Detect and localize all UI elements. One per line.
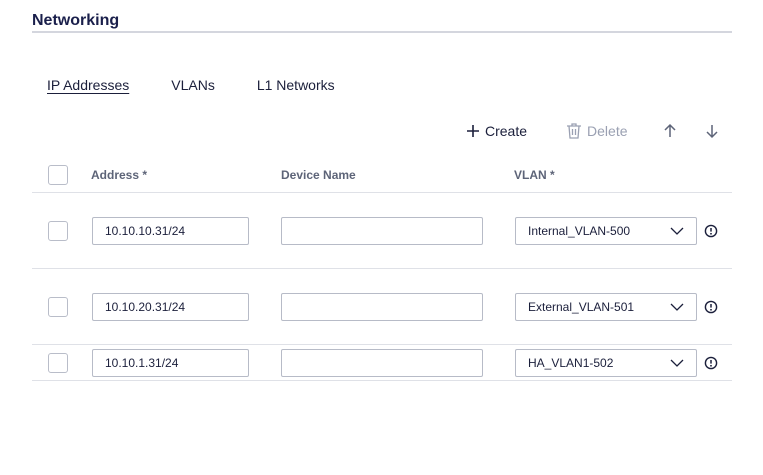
row-checkbox[interactable]	[48, 297, 68, 317]
address-input[interactable]	[92, 217, 249, 245]
tab-ip-addresses[interactable]: IP Addresses	[47, 76, 129, 94]
delete-button[interactable]: Delete	[565, 122, 628, 140]
vlan-select-value: External_VLAN-501	[528, 300, 635, 314]
trash-icon	[567, 123, 582, 139]
row-checkbox[interactable]	[48, 221, 68, 241]
plus-icon	[467, 125, 479, 137]
info-icon[interactable]	[704, 300, 718, 314]
table-toolbar: Create Delete	[466, 121, 720, 141]
info-icon[interactable]	[704, 224, 718, 238]
column-header-vlan: VLAN *	[514, 168, 555, 182]
move-down-button[interactable]	[704, 123, 720, 139]
arrow-up-icon	[663, 123, 676, 137]
vlan-select[interactable]: HA_VLAN1-502	[515, 349, 697, 377]
delete-label: Delete	[587, 123, 628, 139]
address-input[interactable]	[92, 293, 249, 321]
info-icon[interactable]	[704, 356, 718, 370]
arrow-down-icon	[705, 125, 718, 139]
section-title: Networking	[32, 12, 120, 29]
device-name-input[interactable]	[281, 293, 483, 321]
row-checkbox[interactable]	[48, 353, 68, 373]
chevron-down-icon	[670, 303, 684, 311]
vlan-select[interactable]: External_VLAN-501	[515, 293, 697, 321]
table-row: External_VLAN-501	[32, 269, 732, 345]
tab-vlans[interactable]: VLANs	[171, 76, 215, 94]
device-name-input[interactable]	[281, 217, 483, 245]
vlan-select-value: HA_VLAN1-502	[528, 356, 614, 370]
select-all-checkbox[interactable]	[48, 165, 68, 185]
address-input[interactable]	[92, 349, 249, 377]
chevron-down-icon	[670, 227, 684, 235]
chevron-down-icon	[670, 359, 684, 367]
move-up-button[interactable]	[662, 123, 678, 139]
table-header: Address * Device Name VLAN *	[32, 157, 732, 193]
device-name-input[interactable]	[281, 349, 483, 377]
create-button[interactable]: Create	[466, 123, 527, 139]
table-row: HA_VLAN1-502	[32, 345, 732, 381]
tab-bar: IP Addresses VLANs L1 Networks	[47, 76, 377, 94]
table-row: Internal_VLAN-500	[32, 193, 732, 269]
column-header-address: Address *	[91, 168, 148, 182]
title-divider	[32, 31, 732, 33]
create-label: Create	[485, 123, 528, 139]
tab-l1-networks[interactable]: L1 Networks	[257, 76, 335, 94]
vlan-select-value: Internal_VLAN-500	[528, 224, 631, 238]
vlan-select[interactable]: Internal_VLAN-500	[515, 217, 697, 245]
column-header-device-name: Device Name	[281, 168, 356, 182]
